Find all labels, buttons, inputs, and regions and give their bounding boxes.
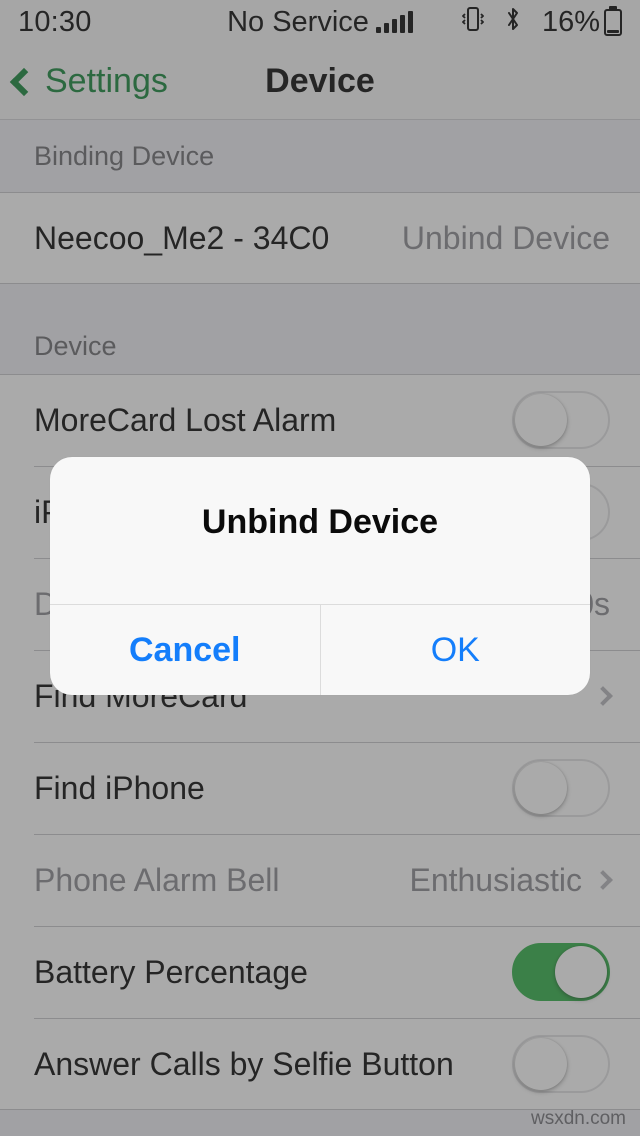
row-title: Answer Calls by Selfie Button bbox=[34, 1045, 454, 1082]
unbind-device-alert: Unbind Device Cancel OK bbox=[50, 457, 590, 695]
row-title: Find iPhone bbox=[34, 769, 205, 806]
battery-percentage-toggle[interactable] bbox=[512, 943, 610, 1001]
alert-title: Unbind Device bbox=[201, 503, 439, 541]
back-button-label: Settings bbox=[45, 62, 168, 100]
vibrate-icon bbox=[461, 5, 485, 40]
alert-actions: Cancel OK bbox=[50, 604, 590, 695]
table-row[interactable]: Answer Calls by Selfie Button bbox=[0, 1018, 640, 1110]
cancel-button[interactable]: Cancel bbox=[50, 605, 320, 695]
row-title: Phone Alarm Bell bbox=[34, 861, 280, 898]
row-accessory bbox=[512, 759, 610, 817]
table-row[interactable]: Battery Percentage bbox=[0, 926, 640, 1018]
row-title: Battery Percentage bbox=[34, 953, 308, 990]
ok-button[interactable]: OK bbox=[319, 605, 591, 695]
back-button[interactable]: Settings bbox=[0, 62, 168, 101]
section-header-binding-device: Binding Device bbox=[0, 120, 640, 192]
watermark: wsxdn.com bbox=[530, 1108, 626, 1129]
cellular-signal-icon bbox=[375, 11, 413, 33]
table-row[interactable]: Phone Alarm Bell Enthusiastic bbox=[0, 834, 640, 926]
row-accessory: Enthusiastic bbox=[409, 861, 613, 899]
section-header-device: Device bbox=[0, 284, 640, 374]
row-accessory bbox=[512, 943, 610, 1001]
chevron-left-icon bbox=[9, 67, 39, 96]
table-row[interactable]: MoreCard Lost Alarm bbox=[0, 374, 640, 466]
phone-alarm-bell-value: Enthusiastic bbox=[409, 861, 582, 898]
alert-body: Unbind Device bbox=[50, 457, 590, 604]
battery-indicator: 16% bbox=[542, 6, 622, 39]
chevron-right-icon bbox=[593, 870, 613, 890]
table-row[interactable]: Find iPhone bbox=[0, 742, 640, 834]
status-bar-time: 10:30 bbox=[18, 5, 92, 38]
status-bar: 10:30 No Service 16% bbox=[0, 0, 640, 44]
chevron-right-icon bbox=[593, 686, 613, 706]
navigation-bar: Settings Device bbox=[0, 44, 640, 120]
battery-icon bbox=[604, 8, 622, 36]
unbind-device-button[interactable]: Unbind Device bbox=[402, 220, 610, 257]
find-iphone-toggle[interactable] bbox=[512, 759, 610, 817]
answer-calls-selfie-toggle[interactable] bbox=[512, 1035, 610, 1093]
row-title: MoreCard Lost Alarm bbox=[34, 401, 337, 438]
battery-percent-label: 16% bbox=[541, 5, 600, 38]
row-accessory bbox=[512, 1035, 610, 1093]
status-bar-carrier: No Service bbox=[227, 5, 369, 38]
table-row[interactable]: Neecoo_Me2 - 34C0 Unbind Device bbox=[0, 192, 640, 284]
bluetooth-icon bbox=[504, 5, 522, 40]
row-accessory bbox=[593, 686, 613, 706]
row-accessory: Unbind Device bbox=[402, 220, 610, 257]
row-accessory bbox=[512, 391, 610, 449]
status-bar-indicators: 16% bbox=[461, 5, 622, 40]
morecard-lost-alarm-toggle[interactable] bbox=[512, 391, 610, 449]
row-title: Neecoo_Me2 - 34C0 bbox=[34, 219, 330, 256]
